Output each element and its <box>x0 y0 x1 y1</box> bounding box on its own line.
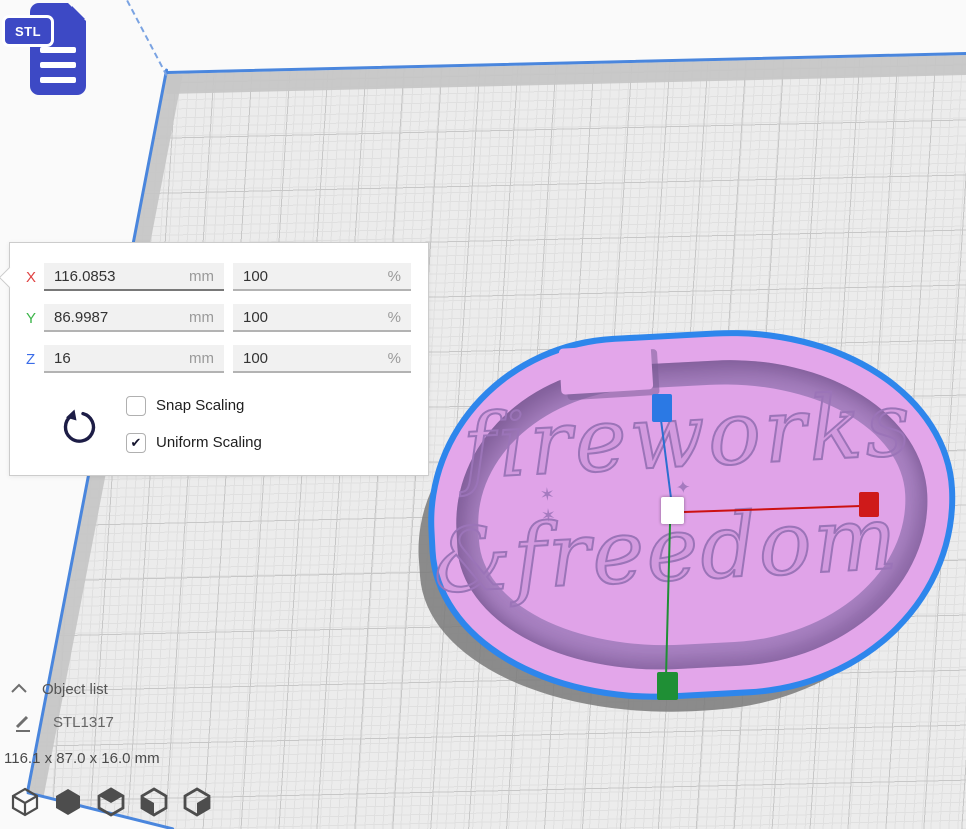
snap-scaling-label: Snap Scaling <box>156 396 244 416</box>
view-left-icon[interactable] <box>137 785 171 819</box>
x-percent-input[interactable]: 100 % <box>233 263 411 291</box>
axis-y-label: Y <box>26 304 46 334</box>
model-dimensions: 116.1 x 87.0 x 16.0 mm <box>4 750 160 767</box>
document-fold-icon <box>72 6 85 19</box>
edit-name-icon[interactable] <box>13 714 33 739</box>
z-percent-unit: % <box>388 350 401 367</box>
scale-handle-z[interactable] <box>652 394 672 422</box>
y-percent-value: 100 <box>243 309 268 326</box>
z-size-value: 16 <box>54 350 71 367</box>
scale-row-z: Z 16 mm 100 % <box>10 345 428 375</box>
y-size-input[interactable]: 86.9987 mm <box>44 304 224 332</box>
view-right-icon[interactable] <box>180 785 214 819</box>
uniform-scaling-checkbox[interactable]: ✔ <box>126 433 146 453</box>
chevron-up-icon[interactable] <box>10 682 28 700</box>
view-top-icon[interactable] <box>94 785 128 819</box>
axis-x-label: X <box>26 263 46 293</box>
view-3d-icon[interactable] <box>8 785 42 819</box>
stl-file-icon: STL <box>0 0 96 102</box>
x-size-input[interactable]: 116.0853 mm <box>44 263 224 291</box>
z-size-input[interactable]: 16 mm <box>44 345 224 373</box>
x-size-value: 116.0853 <box>54 268 115 285</box>
axis-z-label: Z <box>26 345 46 375</box>
y-size-value: 86.9987 <box>54 309 108 326</box>
viewport: fireworks ✶ ✦ ✶ &freedom STL X 116.0853 … <box>0 0 966 829</box>
y-percent-unit: % <box>388 309 401 326</box>
uniform-scaling-label: Uniform Scaling <box>156 433 262 453</box>
document-line <box>40 47 76 53</box>
y-percent-input[interactable]: 100 % <box>233 304 411 332</box>
snap-scaling-checkbox[interactable] <box>126 396 146 416</box>
view-front-icon[interactable] <box>51 785 85 819</box>
object-list-toggle[interactable]: Object list <box>42 681 108 698</box>
checkmark-icon: ✔ <box>131 435 142 450</box>
model-fireworks-freedom[interactable]: fireworks ✶ ✦ ✶ &freedom <box>420 330 965 725</box>
document-line <box>40 77 76 83</box>
scale-row-x: X 116.0853 mm 100 % <box>10 263 428 293</box>
z-size-unit: mm <box>189 350 214 367</box>
scale-row-y: Y 86.9987 mm 100 % <box>10 304 428 334</box>
reset-scale-button[interactable] <box>59 407 99 447</box>
stl-badge: STL <box>2 15 54 47</box>
scale-handle-center[interactable] <box>661 497 684 524</box>
build-volume-edge <box>126 0 167 76</box>
z-percent-input[interactable]: 100 % <box>233 345 411 373</box>
scale-handle-x[interactable] <box>859 492 879 517</box>
y-size-unit: mm <box>189 309 214 326</box>
x-percent-unit: % <box>388 268 401 285</box>
z-percent-value: 100 <box>243 350 268 367</box>
scale-handle-y[interactable] <box>657 672 678 700</box>
scale-tool-panel: X 116.0853 mm 100 % Y 86.9987 mm 100 % Z <box>9 242 429 476</box>
object-name[interactable]: STL1317 <box>53 714 114 731</box>
reset-arrow-icon <box>59 407 99 447</box>
document-line <box>40 62 76 68</box>
view-toolbar <box>8 785 214 819</box>
x-percent-value: 100 <box>243 268 268 285</box>
x-size-unit: mm <box>189 268 214 285</box>
